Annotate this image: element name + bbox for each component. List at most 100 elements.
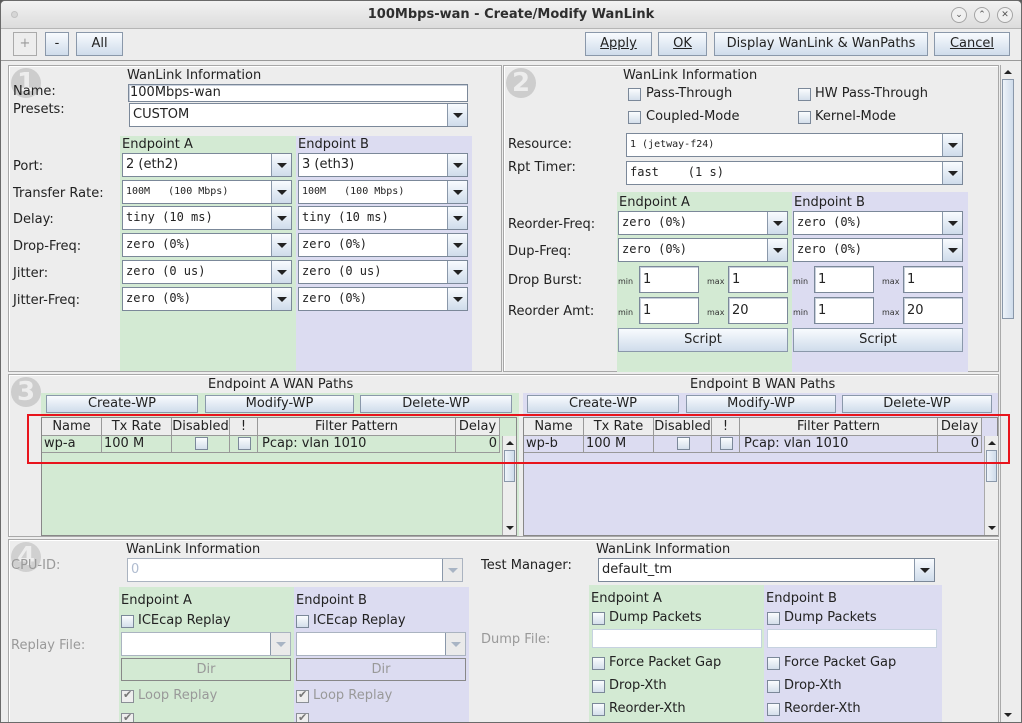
not-checkbox[interactable] [237, 437, 251, 450]
dump-packets-b-checkbox[interactable] [767, 612, 780, 625]
table-cell-name[interactable]: wp-a [42, 436, 102, 453]
table-cell-tx-rate[interactable]: 100 M [584, 436, 654, 453]
jitter-b-select[interactable]: zero (0 us) [298, 260, 468, 284]
jitter-freq-a-select[interactable]: zero (0%) [122, 287, 292, 311]
column-header-tx-rate[interactable]: Tx Rate [102, 418, 172, 436]
chevron-down-icon[interactable] [271, 234, 291, 256]
scroll-down-icon[interactable] [985, 521, 998, 535]
chevron-down-icon[interactable] [271, 261, 291, 283]
dump-packets-a-checkbox[interactable] [592, 612, 605, 625]
maximize-icon[interactable]: ⌃ [974, 7, 990, 23]
chevron-down-icon[interactable] [942, 134, 962, 156]
chevron-down-icon[interactable] [447, 104, 467, 126]
force-gap-b-checkbox[interactable] [767, 657, 780, 670]
column-header-not[interactable]: ! [230, 418, 258, 436]
close-icon[interactable]: ✕ [997, 7, 1013, 23]
column-header-filter-pattern[interactable]: Filter Pattern [258, 418, 456, 436]
table-scrollbar-thumb[interactable] [504, 450, 515, 482]
chevron-down-icon[interactable] [942, 239, 962, 261]
reorder-amt-b-min-input[interactable]: 1 [814, 297, 874, 324]
reorder-amt-b-max-input[interactable]: 20 [903, 297, 963, 324]
all-button[interactable]: All [76, 32, 123, 56]
dir-a-button[interactable]: Dir [121, 658, 291, 681]
presets-select[interactable]: CUSTOM [129, 103, 468, 127]
modify-wp-b-button[interactable]: Modify-WP [686, 395, 836, 413]
reorder-xth-a-checkbox[interactable] [592, 703, 605, 716]
script-a-button[interactable]: Script [618, 328, 788, 352]
delete-wp-a-button[interactable]: Delete-WP [360, 395, 512, 413]
drop-burst-b-max-input[interactable]: 1 [903, 266, 963, 293]
drop-burst-b-min-input[interactable]: 1 [814, 266, 874, 293]
cancel-button[interactable]: Cancel [934, 32, 1010, 56]
dir-b-button[interactable]: Dir [296, 658, 466, 681]
table-cell-filter[interactable]: Pcap: vlan 1010 [258, 436, 456, 453]
chevron-down-icon[interactable] [942, 162, 962, 184]
drop-xth-a-checkbox[interactable] [592, 680, 605, 693]
column-header-filter-pattern[interactable]: Filter Pattern [740, 418, 938, 436]
chevron-down-icon[interactable] [271, 288, 291, 310]
disabled-checkbox[interactable] [194, 437, 208, 450]
window-scrollbar[interactable] [1000, 65, 1015, 722]
table-scrollbar[interactable] [502, 436, 516, 535]
column-header-not[interactable]: ! [712, 418, 740, 436]
hw-pass-through-checkbox[interactable] [798, 88, 811, 101]
table-cell-delay[interactable]: 0 [938, 436, 982, 453]
table-cell-delay[interactable]: 0 [456, 436, 500, 453]
chevron-down-icon[interactable] [442, 559, 462, 581]
pass-through-checkbox[interactable] [628, 88, 641, 101]
chevron-down-icon[interactable] [447, 234, 467, 256]
dump-file-a-input[interactable] [592, 629, 762, 648]
chevron-down-icon[interactable] [271, 207, 291, 229]
test-manager-select[interactable]: default_tm [598, 558, 935, 582]
chevron-down-icon[interactable] [447, 288, 467, 310]
column-header-disabled[interactable]: Disabled [654, 418, 712, 436]
replay-file-a-select[interactable] [121, 632, 291, 656]
loop-replay-b-checkbox[interactable] [296, 688, 309, 703]
scroll-up-icon[interactable] [1001, 65, 1015, 79]
column-header-tx-rate[interactable]: Tx Rate [584, 418, 654, 436]
name-input[interactable]: 100Mbps-wan [128, 84, 468, 102]
transfer-rate-b-select[interactable]: 100M (100 Mbps) [298, 180, 468, 204]
reorder-amt-a-max-input[interactable]: 20 [728, 297, 788, 324]
force-gap-a-checkbox[interactable] [592, 657, 605, 670]
script-b-button[interactable]: Script [793, 328, 963, 352]
coupled-mode-checkbox[interactable] [628, 111, 641, 124]
drop-freq-a-select[interactable]: zero (0%) [122, 233, 292, 257]
drop-freq-b-select[interactable]: zero (0%) [298, 233, 468, 257]
dup-freq-a-select[interactable]: zero (0%) [618, 238, 788, 262]
reorder-freq-a-select[interactable]: zero (0%) [618, 211, 788, 235]
scroll-up-icon[interactable] [503, 436, 516, 450]
jitter-a-select[interactable]: zero (0 us) [122, 260, 292, 284]
loop-replay-a-checkbox[interactable] [121, 688, 134, 703]
table-cell-tx-rate[interactable]: 100 M [102, 436, 172, 453]
drop-burst-a-min-input[interactable]: 1 [639, 266, 699, 293]
column-header-delay[interactable]: Delay [938, 418, 982, 436]
dup-freq-b-select[interactable]: zero (0%) [793, 238, 963, 262]
apply-button[interactable]: Apply [585, 32, 652, 56]
chevron-down-icon[interactable] [767, 212, 787, 234]
drop-xth-b-checkbox[interactable] [767, 680, 780, 693]
drop-burst-a-max-input[interactable]: 1 [728, 266, 788, 293]
chevron-down-icon[interactable] [447, 261, 467, 283]
chevron-down-icon[interactable] [270, 633, 290, 655]
scroll-up-icon[interactable] [985, 436, 998, 450]
column-header-name[interactable]: Name [42, 418, 102, 436]
chevron-down-icon[interactable] [271, 154, 291, 176]
chevron-down-icon[interactable] [447, 207, 467, 229]
column-header-disabled[interactable]: Disabled [172, 418, 230, 436]
chevron-down-icon[interactable] [942, 212, 962, 234]
expand-button[interactable]: + [13, 32, 37, 56]
modify-wp-a-button[interactable]: Modify-WP [205, 395, 354, 413]
chevron-down-icon[interactable] [767, 239, 787, 261]
transfer-rate-a-select[interactable]: 100M (100 Mbps) [122, 180, 292, 204]
rpt-timer-select[interactable]: fast (1 s) [626, 161, 963, 185]
disabled-checkbox[interactable] [676, 437, 690, 450]
chevron-down-icon[interactable] [447, 154, 467, 176]
partial-checkbox-a[interactable] [121, 711, 134, 722]
jitter-freq-b-select[interactable]: zero (0%) [298, 287, 468, 311]
replay-file-b-select[interactable] [296, 632, 466, 656]
table-cell-name[interactable]: wp-b [524, 436, 584, 453]
chevron-down-icon[interactable] [447, 181, 467, 203]
resource-select[interactable]: 1 (jetway-f24) [626, 133, 963, 157]
minimize-icon[interactable]: ⌄ [951, 7, 967, 23]
